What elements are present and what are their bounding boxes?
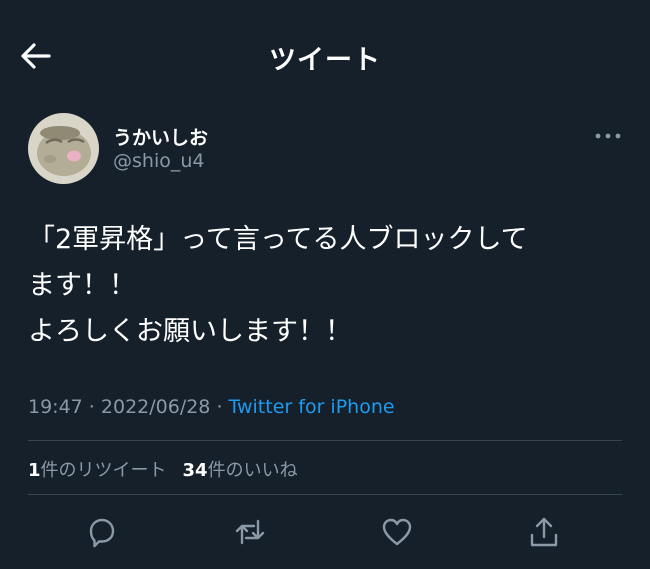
meta-separator: · <box>210 396 229 418</box>
display-name[interactable]: うかいしお <box>113 123 208 150</box>
likes-count: 34 <box>182 460 208 481</box>
retweets-stat[interactable]: 1件のリツイート <box>28 460 167 481</box>
share-icon <box>530 517 558 547</box>
retweets-label: 件のリツイート <box>40 460 167 481</box>
tweet-meta: 19:47 · 2022/06/28 · Twitter for iPhone <box>28 396 395 418</box>
tweet-stats: 1件のリツイート 34件のいいね <box>28 456 298 482</box>
user-handle[interactable]: @shio_u4 <box>113 150 204 172</box>
share-button[interactable] <box>524 512 564 552</box>
retweet-button[interactable] <box>230 512 270 552</box>
divider <box>28 440 622 441</box>
avatar[interactable] <box>28 113 99 184</box>
retweets-count: 1 <box>28 460 41 481</box>
reply-icon <box>89 518 115 548</box>
retweet-icon <box>235 519 265 545</box>
meta-separator: · <box>82 396 101 418</box>
page-title: ツイート <box>269 45 381 76</box>
likes-label: 件のいいね <box>207 460 298 481</box>
divider <box>28 494 622 495</box>
likes-stat[interactable]: 34件のいいね <box>183 460 298 481</box>
header: ツイート <box>0 0 650 110</box>
tweet-text: 「2軍昇格」って言ってる人ブロックして ます！！ よろしくお願いします！！ <box>28 224 528 347</box>
reply-button[interactable] <box>82 512 122 552</box>
avatar-image <box>28 113 99 184</box>
tweet-time: 19:47 <box>28 396 83 418</box>
tweet-date: 2022/06/28 <box>100 396 211 418</box>
more-options-button[interactable] <box>590 126 626 146</box>
tweet-source-link[interactable]: Twitter for iPhone <box>229 396 395 418</box>
like-button[interactable] <box>377 512 417 552</box>
like-icon <box>382 518 412 546</box>
more-horizontal-icon <box>595 133 621 139</box>
